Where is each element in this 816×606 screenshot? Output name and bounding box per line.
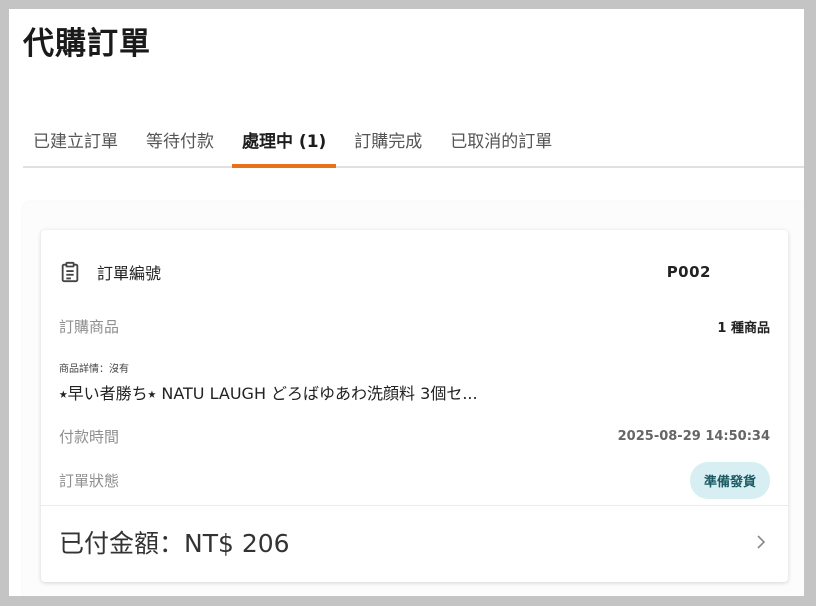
chevron-right-icon[interactable] — [754, 533, 768, 551]
product-name: ⭑早い者勝ち⭑ NATU LAUGH どろばゆあわ洗顔料 3個セ... — [59, 384, 478, 403]
clipboard-icon — [61, 261, 79, 283]
status-badge: 準備發貨 — [689, 461, 770, 499]
status-label: 訂單狀態 — [59, 471, 120, 490]
tab-cancelled[interactable]: 已取消的訂單 — [440, 112, 562, 166]
paid-time: 2025-08-29 14:50:34 — [617, 429, 770, 444]
items-label: 訂購商品 — [59, 318, 120, 336]
tab-awaiting-payment[interactable]: 等待付款 — [136, 112, 224, 166]
order-number: P002 — [666, 263, 711, 281]
order-number-label: 訂單編號 — [97, 264, 162, 283]
order-number-row: 訂單編號 P002 — [59, 258, 770, 286]
order-card[interactable]: 訂單編號 P002 訂購商品 1 種商品 商品詳情：沒有 ⭑早い者勝ち⭑ NAT… — [41, 230, 788, 582]
product-detail-label: 商品詳情：沒有 — [59, 364, 129, 375]
paid-time-label: 付款時間 — [59, 428, 120, 446]
paid-amount: 已付金額：NT$ 206 — [59, 529, 290, 558]
page-title: 代購訂單 — [23, 26, 151, 62]
paid-time-row: 付款時間 2025-08-29 14:50:34 — [59, 426, 770, 447]
status-row: 訂單狀態 準備發貨 — [59, 461, 770, 499]
card-divider — [41, 505, 788, 506]
order-status-tabs: 已建立訂單 等待付款 處理中 (1) 訂購完成 已取消的訂單 — [23, 112, 804, 168]
total-row[interactable]: 已付金額：NT$ 206 — [59, 522, 770, 562]
items-row: 訂購商品 1 種商品 — [59, 316, 770, 337]
tab-completed[interactable]: 訂購完成 — [344, 112, 432, 166]
tab-processing[interactable]: 處理中 (1) — [232, 112, 337, 168]
tab-created[interactable]: 已建立訂單 — [23, 112, 128, 166]
items-count: 1 種商品 — [717, 321, 770, 336]
